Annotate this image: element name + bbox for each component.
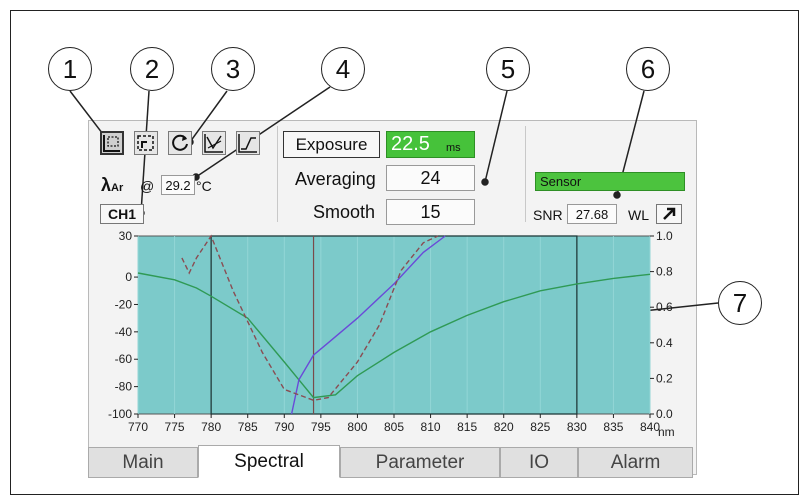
y-left-tick-label: 0	[125, 270, 132, 284]
tab-io[interactable]: IO	[500, 447, 578, 478]
y-right-tick-label: 0.4	[656, 336, 673, 350]
tab-parameter[interactable]: Parameter	[340, 447, 500, 478]
y-right-tick-label: 0.0	[656, 407, 673, 421]
x-unit-label: nm	[658, 425, 675, 439]
y-right-tick-label: 0.6	[656, 300, 673, 314]
x-tick-label: 820	[494, 420, 514, 434]
x-tick-label: 800	[347, 420, 367, 434]
x-tick-label: 780	[201, 420, 221, 434]
x-tick-label: 825	[530, 420, 550, 434]
x-tick-label: 815	[457, 420, 477, 434]
x-tick-label: 810	[421, 420, 441, 434]
x-tick-label: 770	[128, 420, 148, 434]
x-tick-label: 805	[384, 420, 404, 434]
y-left-tick-label: -40	[115, 325, 133, 339]
y-left-tick-label: -60	[115, 352, 133, 366]
y-left-tick-label: -20	[115, 297, 133, 311]
y-right-tick-label: 0.2	[656, 371, 673, 385]
y-right-tick-label: 1.0	[656, 229, 673, 243]
x-tick-label: 830	[567, 420, 587, 434]
y-left-tick-label: -80	[115, 380, 133, 394]
tab-alarm[interactable]: Alarm	[578, 447, 693, 478]
x-tick-label: 795	[311, 420, 331, 434]
x-tick-label: 775	[165, 420, 185, 434]
y-left-tick-label: -100	[108, 407, 132, 421]
tab-spectral[interactable]: Spectral	[198, 445, 340, 478]
y-left-tick-label: 30	[119, 229, 133, 243]
y-right-tick-label: 0.8	[656, 265, 673, 279]
x-tick-label: 785	[238, 420, 258, 434]
spectrum-chart[interactable]: 770 775 780 785 790 795 800 805 810 815 820 825 830 8…	[0, 0, 809, 503]
tab-main[interactable]: Main	[88, 447, 198, 478]
x-tick-label: 835	[603, 420, 623, 434]
x-tick-label: 790	[274, 420, 294, 434]
